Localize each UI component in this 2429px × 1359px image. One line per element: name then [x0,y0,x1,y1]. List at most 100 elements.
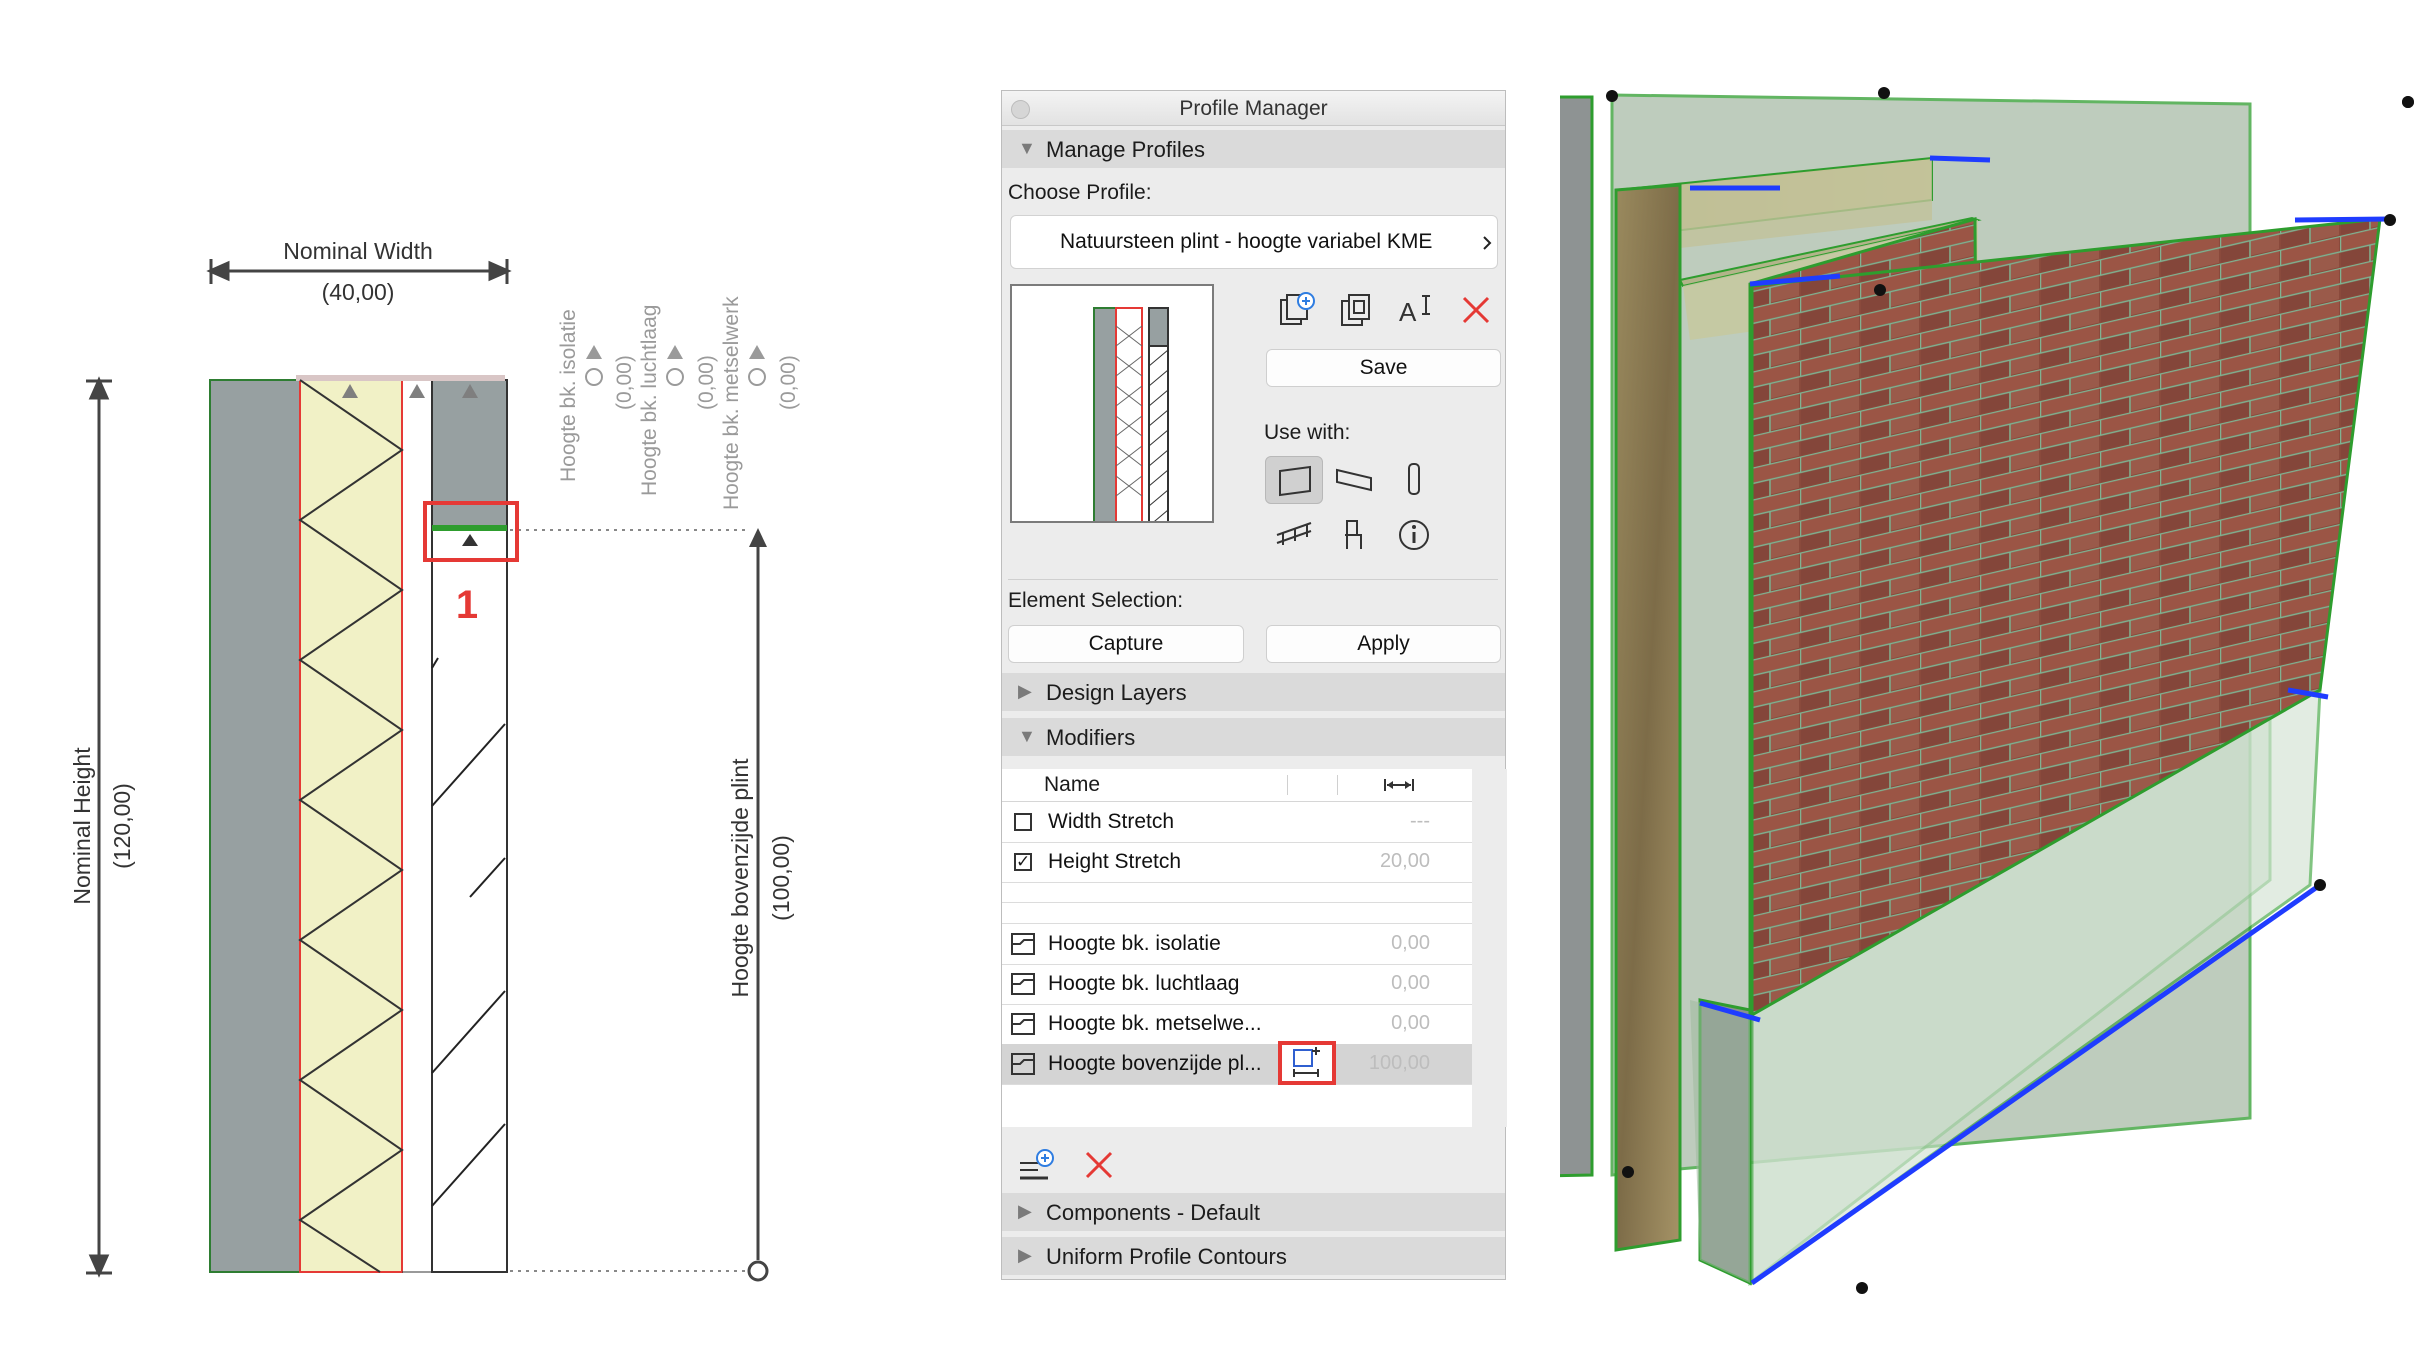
choose-profile-label: Choose Profile: [1008,181,1152,204]
use-with-column-button[interactable] [1385,456,1443,504]
triangle-down-icon: ▼ [1018,726,1036,746]
use-with-railing-button[interactable] [1265,511,1323,559]
wall-3d-view [1560,87,2414,1294]
row-value: 0,00 [1391,1012,1430,1034]
nominal-width-label: Nominal Width [283,238,433,264]
section-label: Uniform Profile Contours [1046,1244,1287,1269]
modifier-line-icon [1011,1053,1035,1075]
save-button[interactable]: Save [1266,349,1501,387]
section-uniform-contours[interactable]: ▶ Uniform Profile Contours [1002,1237,1505,1275]
section-design-layers[interactable]: ▶ Design Layers [1002,673,1505,711]
insulation-panel [1614,183,1682,1252]
divider [1008,579,1498,580]
triangle-right-icon: ▶ [1018,681,1032,701]
profile-2d-drawing: Hoogte bk. isolatie (0,00) Hoogte bk. lu… [69,238,800,1282]
row-label: Hoogte bk. isolatie [1048,932,1221,955]
delete-profile-icon[interactable] [1456,290,1496,330]
use-with-object-button[interactable] [1325,511,1383,559]
section-components[interactable]: ▶ Components - Default [1002,1193,1505,1231]
railing-icon [1276,522,1312,545]
section-label: Design Layers [1046,680,1187,705]
delete-modifier-icon[interactable] [1079,1145,1119,1185]
metselwerk-label: Hoogte bk. metselwerk [720,296,743,510]
table-row-empty [1002,882,1472,903]
use-with-beam-button[interactable] [1325,456,1383,504]
palette-title: Profile Manager [1179,97,1328,120]
callout-number: 1 [456,583,478,627]
table-header: Name [1002,769,1472,802]
section-label: Modifiers [1046,725,1136,750]
profile-manager-palette: Profile Manager ▼ Manage Profiles Choose… [1001,90,1507,1280]
modifier-line-icon [1011,973,1035,995]
use-with-info-button[interactable] [1385,511,1443,559]
height-stretch-checkbox[interactable]: ✓ [1014,853,1032,871]
luchtlaag-label: Hoogte bk. luchtlaag [638,305,661,496]
masonry-top-layer [432,380,507,528]
stone-layer [209,379,301,1273]
row-value: --- [1410,810,1430,832]
modifiers-table: Name Width Stretch --- ✓ Height Stretch … [1002,769,1472,1127]
row-label: Width Stretch [1048,810,1175,833]
add-dimension-button[interactable] [1278,1041,1336,1085]
row-value: 100,00 [1368,1052,1430,1074]
profile-preview [1010,284,1214,541]
section-label: Manage Profiles [1046,137,1205,162]
use-with-wall-button[interactable] [1265,456,1323,504]
insulation-layer [299,379,403,1273]
table-row-metselwerk[interactable]: Hoogte bk. metselwe... 0,00 [1002,1004,1472,1045]
width-stretch-checkbox[interactable] [1014,813,1032,831]
luchtlaag-value: (0,00) [695,355,718,410]
isolatie-value: (0,00) [613,355,636,410]
row-value: 20,00 [1379,850,1430,872]
width-column-icon[interactable] [1382,777,1416,793]
profile-dropdown[interactable]: Natuursteen plint - hoogte variabel KME [1010,215,1498,269]
table-row-luchtlaag[interactable]: Hoogte bk. luchtlaag 0,00 [1002,964,1472,1005]
use-with-label: Use with: [1264,421,1351,444]
row-label: Hoogte bk. luchtlaag [1048,972,1240,995]
svg-text:A: A [1399,297,1417,327]
profile-dropdown-value: Natuursteen plint - hoogte variabel KME [1060,230,1433,253]
rename-profile-icon[interactable]: A [1396,290,1436,330]
nominal-height-value: (120,00) [109,783,135,869]
add-modifier-icon[interactable] [1018,1145,1058,1185]
metselwerk-value: (0,00) [777,355,800,410]
isolatie-label: Hoogte bk. isolatie [557,309,580,482]
nominal-height-label: Nominal Height [69,747,95,905]
element-selection-label: Element Selection: [1008,589,1184,612]
triangle-right-icon: ▶ [1018,1201,1032,1221]
object-icon [1345,520,1362,549]
table-row-empty [1002,903,1472,924]
table-row-bovenzijde-plint[interactable]: Hoogte bovenzijde pl... 100,00 [1002,1041,1472,1085]
wall-layers [209,375,508,1273]
row-value: 0,00 [1391,932,1430,954]
modifier-line-icon [1011,933,1035,955]
row-label: Height Stretch [1048,850,1182,873]
plinth-height-value: (100,00) [768,835,794,921]
row-label: Hoogte bovenzijde pl... [1048,1052,1262,1075]
modifier-line-icon [1011,1013,1035,1035]
beam-icon [1336,468,1372,492]
column-icon [1408,463,1420,495]
apply-button[interactable]: Apply [1266,625,1501,663]
add-dimension-icon [1293,1047,1320,1077]
triangle-right-icon: ▶ [1018,1245,1032,1265]
table-row-width-stretch[interactable]: Width Stretch --- [1002,802,1472,843]
duplicate-profile-icon[interactable] [1336,290,1376,330]
table-scroll-strip[interactable] [1472,769,1507,1127]
section-manage-profiles[interactable]: ▼ Manage Profiles [1002,130,1505,168]
palette-titlebar[interactable]: Profile Manager [1002,91,1505,126]
triangle-down-icon: ▼ [1018,138,1036,158]
table-row-isolatie[interactable]: Hoogte bk. isolatie 0,00 [1002,924,1472,965]
info-icon [1399,520,1429,550]
capture-button[interactable]: Capture [1008,625,1244,663]
masonry-hatch [431,657,506,1207]
row-label: Hoogte bk. metselwe... [1048,1012,1262,1035]
new-profile-icon[interactable] [1276,290,1316,330]
section-modifiers[interactable]: ▼ Modifiers [1002,718,1505,756]
row-value: 0,00 [1391,972,1430,994]
plinth-height-label: Hoogte bovenzijde plint [727,758,753,998]
section-label: Components - Default [1046,1200,1260,1225]
name-column-header[interactable]: Name [1044,773,1100,797]
table-row-height-stretch[interactable]: ✓ Height Stretch 20,00 [1002,842,1472,883]
nominal-width-value: (40,00) [322,279,395,305]
